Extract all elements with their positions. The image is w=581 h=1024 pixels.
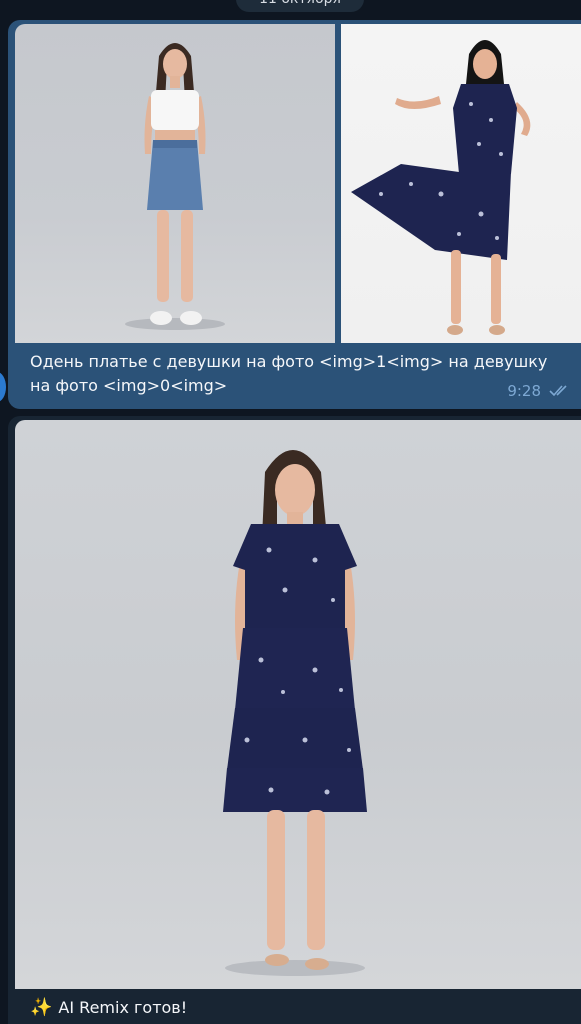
message-bubble-outgoing[interactable]: Одень платье с девушки на фото <img>1<im…	[8, 20, 581, 409]
date-chip: 11 октября	[236, 0, 364, 12]
message-caption: Одень платье с девушки на фото <img>1<im…	[30, 352, 548, 395]
scroll-indicator	[0, 372, 6, 402]
sparkles-icon: ✨	[30, 997, 53, 1018]
message-bubble-incoming[interactable]: ✨ AI Remix готов!	[8, 416, 581, 1024]
message-caption-text: AI Remix готов!	[58, 998, 188, 1017]
photo-woman-floral-dress[interactable]	[341, 24, 581, 343]
message-meta: 9:28	[507, 382, 569, 400]
message-caption: ✨ AI Remix готов!	[30, 996, 187, 1020]
chat-area: 11 октября	[0, 0, 581, 1024]
photo-girl-denim-skirt[interactable]	[15, 24, 335, 343]
photo-result-remix[interactable]	[15, 420, 581, 989]
double-check-icon	[549, 385, 569, 397]
message-time: 9:28	[507, 382, 541, 400]
photo-album	[15, 24, 581, 343]
